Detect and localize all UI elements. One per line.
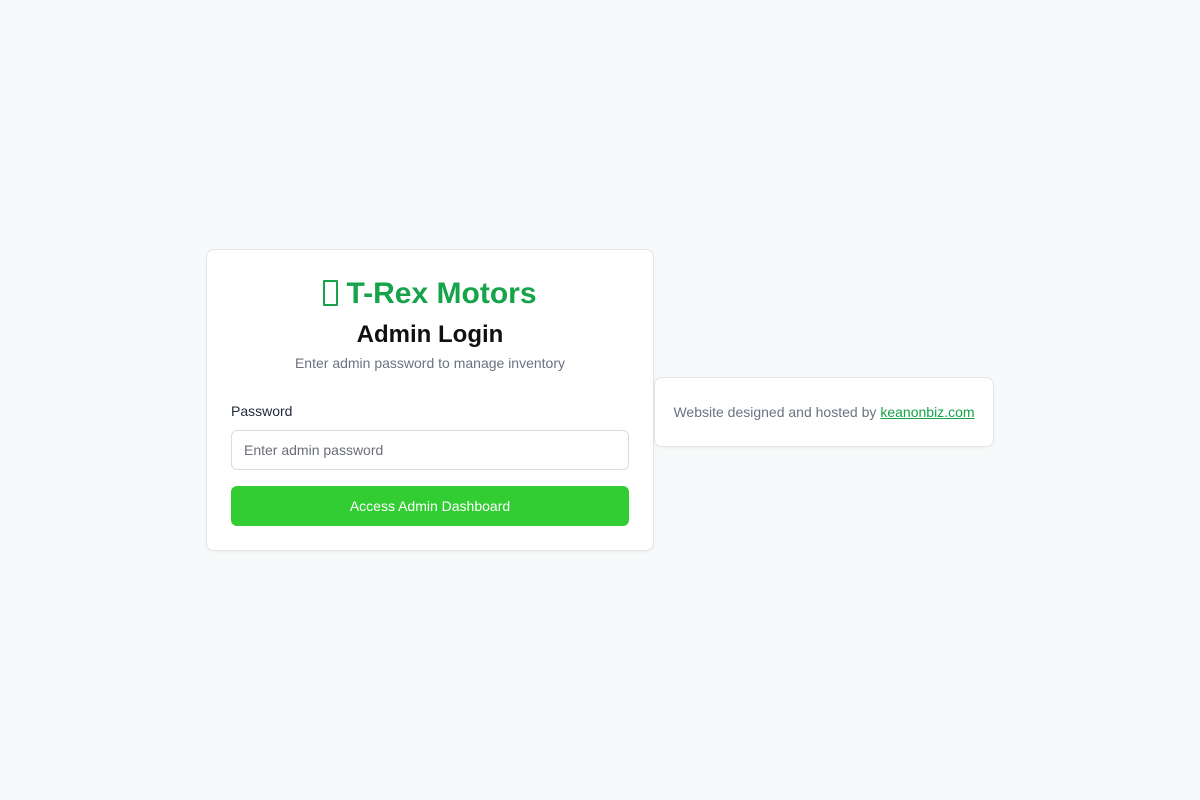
brand-title: T-Rex Motors [231,276,629,312]
password-label: Password [231,403,293,419]
login-subtitle: Enter admin password to manage inventory [294,355,566,371]
footer-credit-text: Website designed and hosted by [673,404,877,420]
footer-credit-card: Website designed and hosted by keanonbiz.… [654,377,994,447]
page-title: Admin Login [356,321,504,348]
password-input[interactable] [231,430,629,470]
access-admin-dashboard-button[interactable]: Access Admin Dashboard [231,486,629,526]
admin-login-card: T-Rex Motors Admin Login Enter admin pas… [206,249,654,551]
footer-credit-link[interactable]: keanonbiz.com [880,404,974,420]
brand-name: T-Rex Motors [346,277,537,310]
dinosaur-icon [323,280,339,306]
